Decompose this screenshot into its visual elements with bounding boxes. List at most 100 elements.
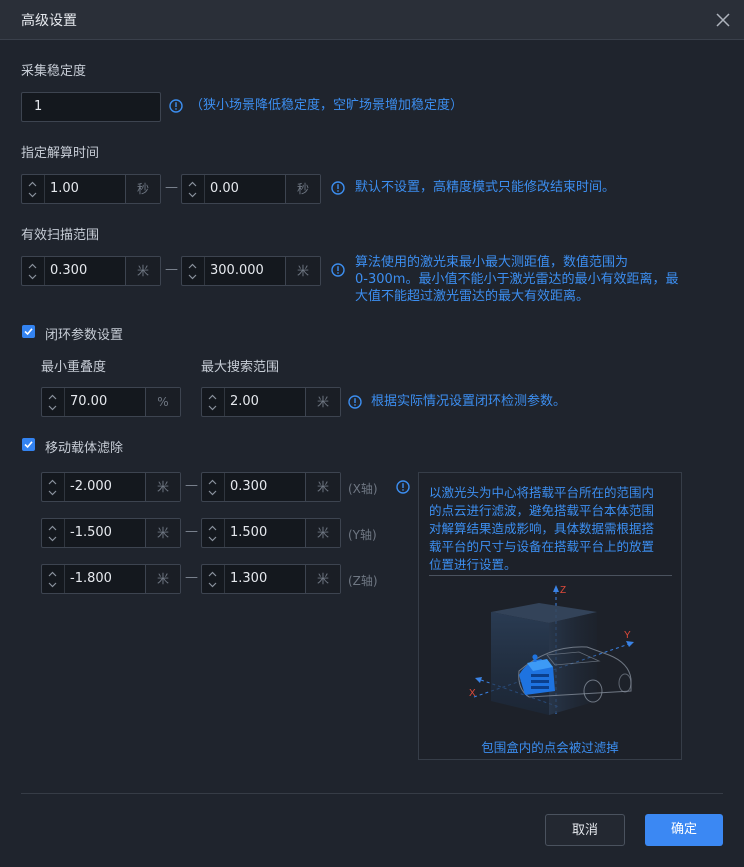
chevron-up-down-icon[interactable] (202, 388, 225, 416)
z-axis-label: (Z轴) (348, 574, 378, 588)
panel-line-1: 以激光头为中心将搭载平台所在的范围内 (429, 485, 655, 500)
panel-divider (429, 575, 672, 576)
solve-time-start-input[interactable]: 1.00 秒 (21, 174, 161, 204)
z-max-input[interactable]: 1.300 米 (201, 564, 341, 594)
stability-label: 采集稳定度 (21, 64, 87, 79)
info-icon (348, 395, 362, 409)
range-separator: — (185, 570, 198, 585)
stability-value: 1 (34, 99, 43, 114)
info-icon (331, 263, 345, 277)
x-min-input[interactable]: -2.000 米 (41, 472, 181, 502)
advanced-settings-dialog: 高级设置 采集稳定度 1 （狭小场景降低稳定度，空旷场景增加稳定度） 指定解算时… (0, 0, 744, 867)
unit-label: 米 (285, 257, 320, 285)
range-separator: — (185, 478, 198, 493)
search-range-input[interactable]: 2.00 米 (201, 387, 341, 417)
bounding-box-illustration: Z Y X (469, 585, 634, 715)
chevron-up-down-icon[interactable] (42, 473, 65, 501)
z-min-input[interactable]: -1.800 米 (41, 564, 181, 594)
solve-time-hint: 默认不设置，高精度模式只能修改结束时间。 (355, 180, 616, 195)
scan-range-label: 有效扫描范围 (21, 228, 100, 243)
chevron-up-down-icon[interactable] (182, 257, 205, 285)
carrier-filter-checkbox[interactable] (22, 438, 35, 451)
carrier-filter-label: 移动载体滤除 (45, 441, 124, 456)
panel-line-4: 载平台的尺寸与设备在搭载平台上的放置 (429, 539, 655, 554)
scan-range-max-value: 300.000 (210, 263, 264, 278)
unit-label: 米 (305, 388, 340, 416)
unit-label: 米 (305, 565, 340, 593)
panel-line-2: 的点云进行滤波，避免搭载平台本体范围 (429, 503, 655, 518)
scan-range-max-input[interactable]: 300.000 米 (181, 256, 321, 286)
chevron-up-down-icon[interactable] (202, 519, 225, 547)
unit-label: 米 (125, 257, 160, 285)
x-max-value: 0.300 (230, 479, 268, 494)
unit-label: 米 (305, 473, 340, 501)
scan-range-hint-line-2: 0-300m。最小值不能小于激光雷达的最小有效距离，最 (355, 272, 679, 287)
range-separator: — (165, 180, 178, 195)
loop-closure-hint: 根据实际情况设置闭环检测参数。 (371, 394, 567, 409)
y-axis-label: (Y轴) (348, 528, 377, 542)
axis-z-label: Z (560, 585, 566, 596)
info-icon (169, 99, 183, 113)
scan-range-hint-line-3: 大值不能超过激光雷达的最大有效距离。 (355, 289, 590, 304)
y-min-input[interactable]: -1.500 米 (41, 518, 181, 548)
y-max-input[interactable]: 1.500 米 (201, 518, 341, 548)
panel-caption: 包围盒内的点会被过滤掉 (481, 740, 619, 755)
info-icon (396, 480, 410, 494)
y-max-value: 1.500 (230, 525, 268, 540)
overlap-label: 最小重叠度 (41, 360, 107, 375)
range-separator: — (185, 524, 198, 539)
x-axis-label: (X轴) (348, 482, 378, 496)
close-icon[interactable] (712, 9, 734, 31)
chevron-up-down-icon[interactable] (202, 473, 225, 501)
chevron-up-down-icon[interactable] (22, 175, 45, 203)
chevron-up-down-icon[interactable] (202, 565, 225, 593)
axis-y-label: Y (624, 630, 631, 641)
z-min-value: -1.800 (70, 571, 112, 586)
stability-hint: （狭小场景降低稳定度，空旷场景增加稳定度） (190, 98, 464, 113)
check-icon (24, 440, 33, 449)
panel-line-5: 位置进行设置。 (429, 557, 517, 572)
overlap-input[interactable]: 70.00 % (41, 387, 181, 417)
dialog-titlebar: 高级设置 (0, 0, 744, 40)
loop-closure-checkbox[interactable] (22, 325, 35, 338)
unit-label: 秒 (125, 175, 160, 203)
scan-range-min-value: 0.300 (50, 263, 88, 278)
footer-divider (21, 793, 723, 794)
unit-label: 秒 (285, 175, 320, 203)
axis-x-label: X (469, 688, 476, 699)
unit-label: 米 (145, 565, 180, 593)
confirm-button[interactable]: 确定 (645, 814, 723, 846)
unit-label: 米 (145, 473, 180, 501)
carrier-filter-info-panel: 以激光头为中心将搭载平台所在的范围内 的点云进行滤波，避免搭载平台本体范围 对解… (418, 472, 682, 760)
cancel-button[interactable]: 取消 (545, 814, 625, 846)
overlap-value: 70.00 (70, 394, 108, 409)
unit-label: 米 (305, 519, 340, 547)
solve-time-end-value: 0.00 (210, 181, 239, 196)
x-max-input[interactable]: 0.300 米 (201, 472, 341, 502)
z-max-value: 1.300 (230, 571, 268, 586)
panel-line-3: 对解算结果造成影响，具体数据需根据搭 (429, 521, 655, 536)
loop-closure-label: 闭环参数设置 (45, 328, 124, 343)
search-range-value: 2.00 (230, 394, 259, 409)
chevron-up-down-icon[interactable] (42, 388, 65, 416)
unit-label: % (145, 388, 180, 416)
info-icon (331, 181, 345, 195)
panel-description: 以激光头为中心将搭载平台所在的范围内 的点云进行滤波，避免搭载平台本体范围 对解… (429, 484, 673, 574)
stability-input[interactable]: 1 (21, 92, 161, 122)
unit-label: 米 (145, 519, 180, 547)
chevron-up-down-icon[interactable] (42, 565, 65, 593)
solve-time-end-input[interactable]: 0.00 秒 (181, 174, 321, 204)
y-min-value: -1.500 (70, 525, 112, 540)
search-range-label: 最大搜索范围 (201, 360, 280, 375)
chevron-up-down-icon[interactable] (22, 257, 45, 285)
check-icon (24, 327, 33, 336)
chevron-up-down-icon[interactable] (42, 519, 65, 547)
x-min-value: -2.000 (70, 479, 112, 494)
range-separator: — (165, 262, 178, 277)
chevron-up-down-icon[interactable] (182, 175, 205, 203)
dialog-title: 高级设置 (21, 13, 77, 29)
scan-range-min-input[interactable]: 0.300 米 (21, 256, 161, 286)
scan-range-hint-line-1: 算法使用的激光束最小最大测距值，数值范围为 (355, 255, 629, 270)
solve-time-label: 指定解算时间 (21, 146, 100, 161)
solve-time-start-value: 1.00 (50, 181, 79, 196)
